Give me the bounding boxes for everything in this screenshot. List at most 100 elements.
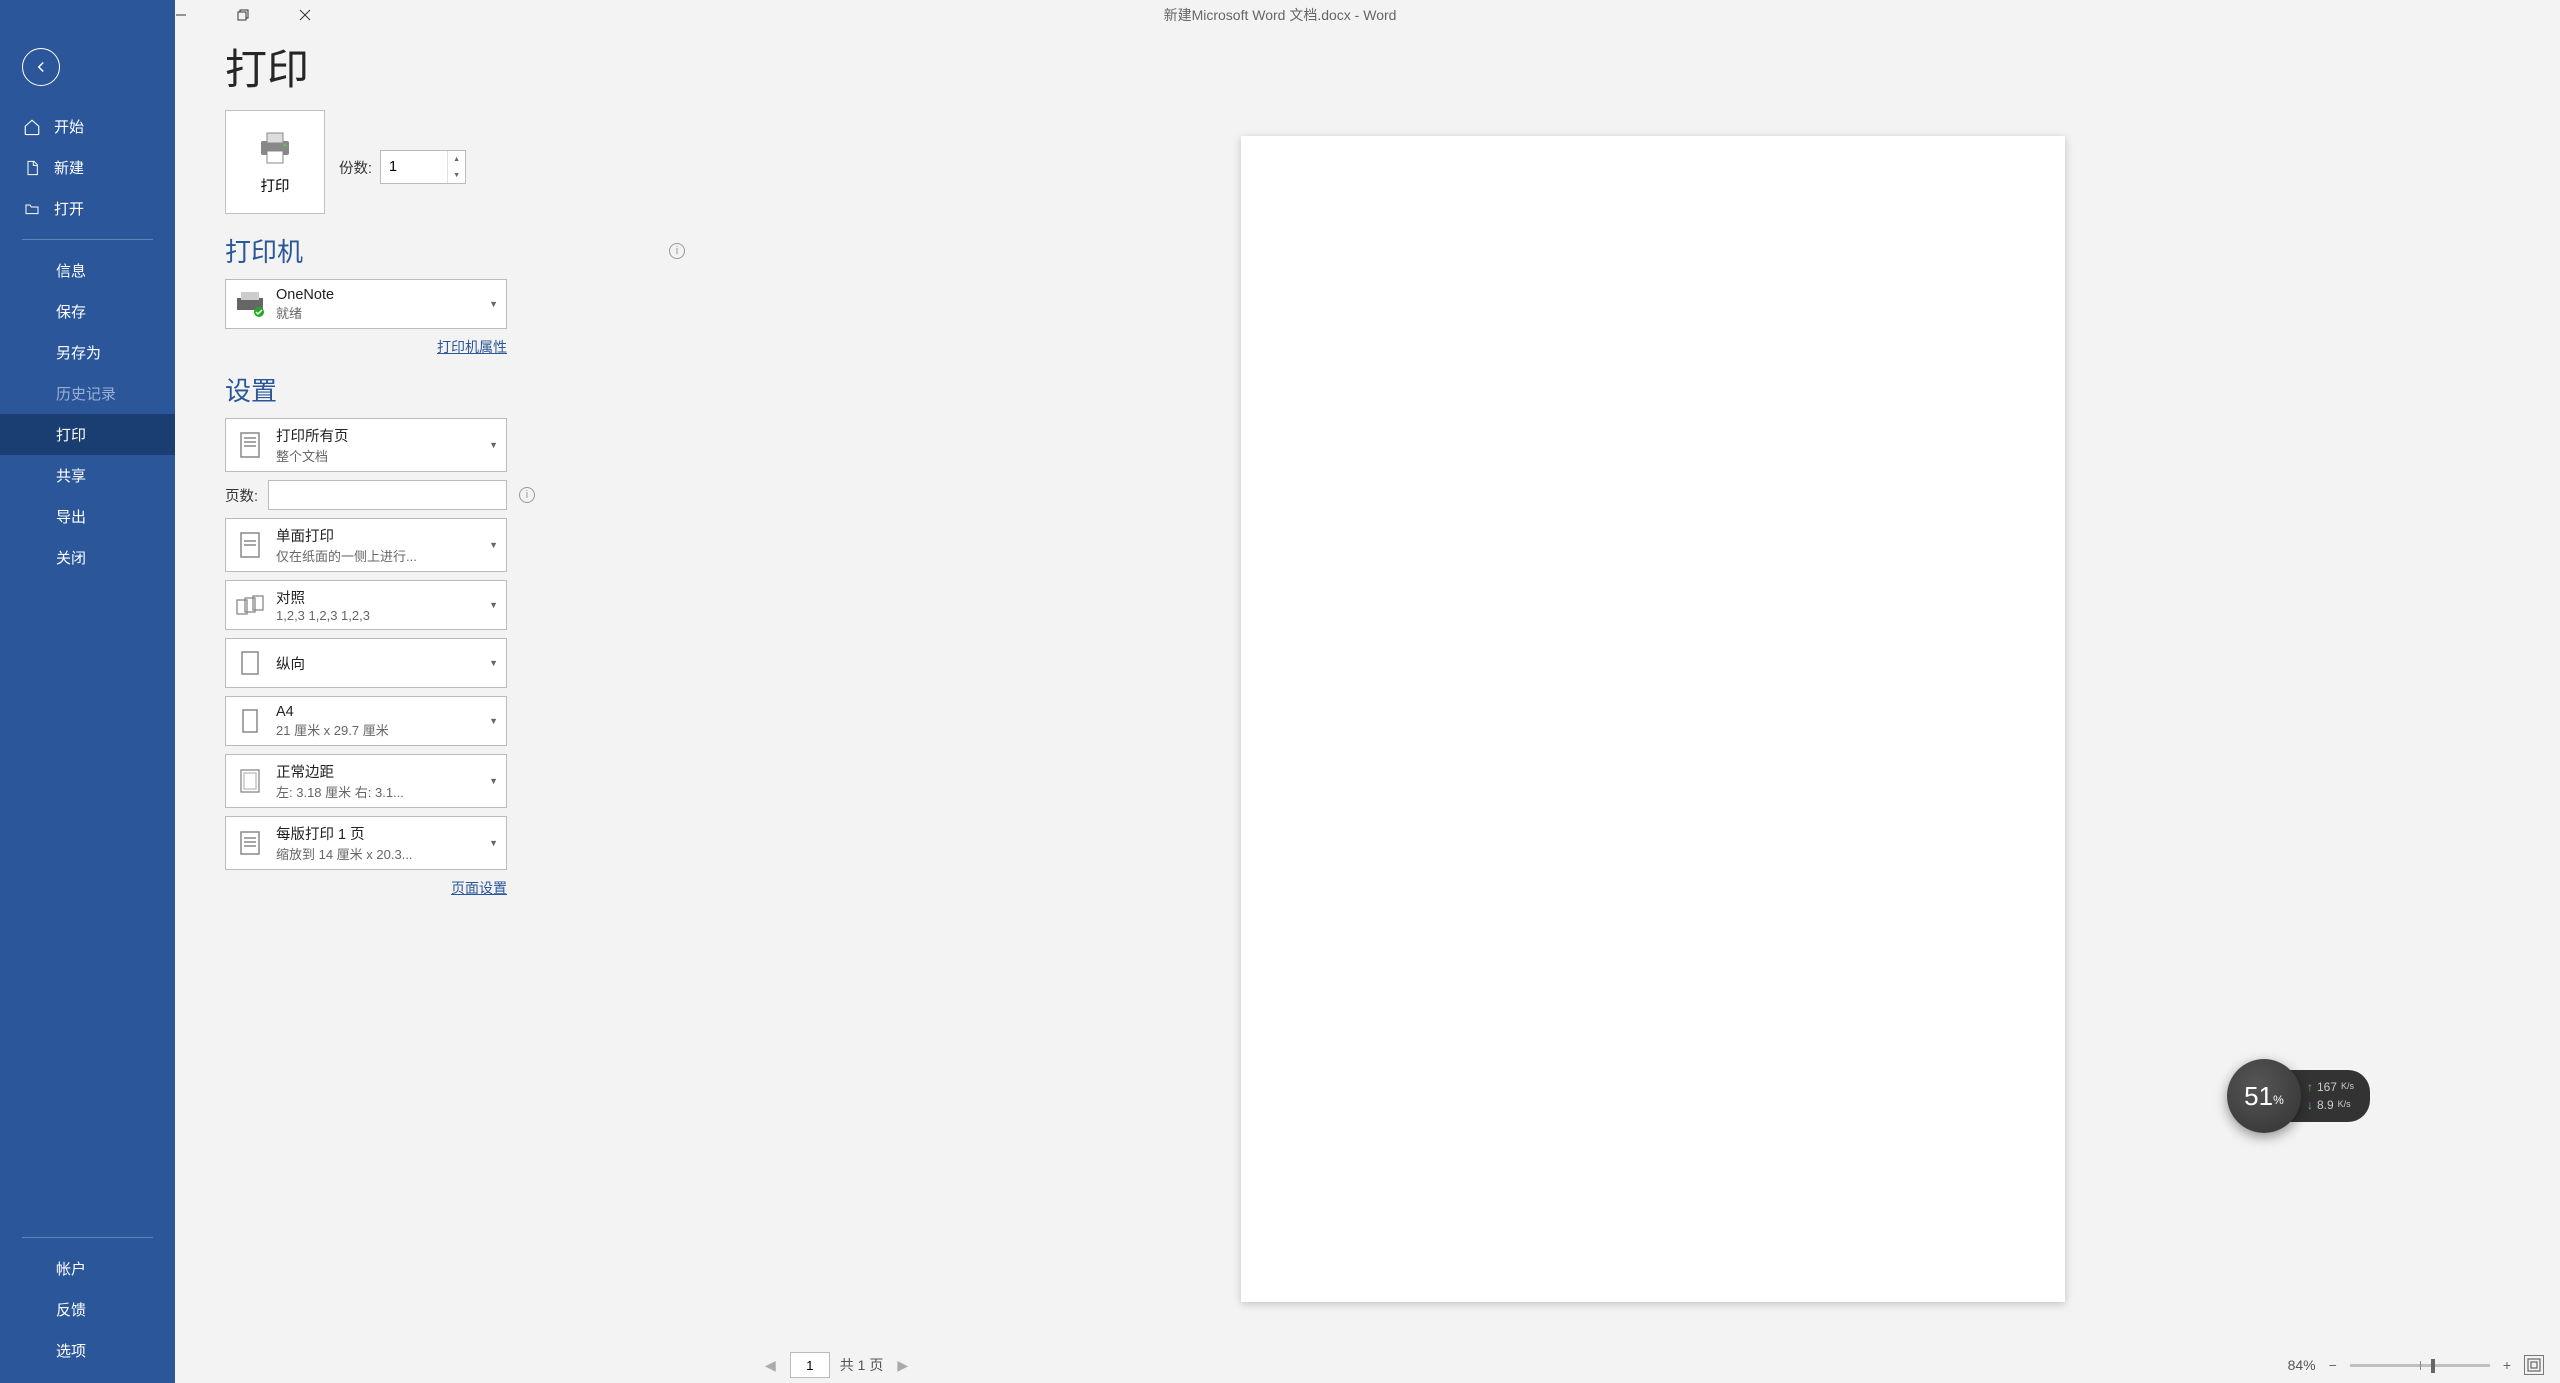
print-button-label: 打印 [261, 175, 290, 196]
dd-title: 纵向 [276, 653, 475, 674]
dd-title: A4 [276, 704, 475, 720]
sidebar-item-new[interactable]: 新建 [0, 147, 175, 188]
system-monitor-overlay[interactable]: 51% ↑ 167K/s ↓ 8.9K/s [2227, 1059, 2370, 1133]
pages-label: 页数: [225, 485, 258, 506]
dd-title: 每版打印 1 页 [276, 823, 475, 844]
chevron-down-icon: ▼ [489, 658, 498, 668]
sidebar-item-home[interactable]: 开始 [0, 106, 175, 147]
sidebar-divider [22, 239, 153, 240]
print-panel: 打印 份数: ▲ ▼ 打印机 i OneNote [225, 110, 685, 912]
sidebar-item-save[interactable]: 保存 [0, 291, 175, 332]
settings-heading: 设置 [225, 371, 277, 408]
overlay-percent: 51% [2227, 1059, 2301, 1133]
sidebar-item-share[interactable]: 共享 [0, 455, 175, 496]
sidebar-item-info[interactable]: 信息 [0, 250, 175, 291]
sidebar-item-label: 反馈 [56, 1299, 86, 1320]
sidebar-item-open[interactable]: 打开 [0, 188, 175, 229]
sidebar-item-label: 帐户 [56, 1258, 86, 1279]
sidebar-item-close[interactable]: 关闭 [0, 537, 175, 578]
home-icon [22, 117, 42, 137]
page-total: 共 1 页 [840, 1355, 884, 1375]
fit-to-window-button[interactable] [2524, 1355, 2544, 1375]
info-icon[interactable]: i [669, 243, 685, 259]
spinner-down[interactable]: ▼ [448, 167, 465, 183]
margins-icon [234, 763, 266, 799]
page-next-button[interactable]: ▶ [893, 1357, 912, 1374]
sidebar-item-label: 共享 [56, 465, 86, 486]
pages-input[interactable] [268, 480, 507, 510]
sidebar-item-label: 信息 [56, 260, 86, 281]
pages-per-sheet-selector[interactable]: 每版打印 1 页缩放到 14 厘米 x 20.3... ▼ [225, 816, 507, 870]
sidebar: 开始 新建 打开 信息 保存 另存为 历史记录 打印 共享 导出 关闭 帐户 反… [0, 0, 175, 1383]
chevron-down-icon: ▼ [489, 299, 498, 309]
back-button[interactable] [22, 48, 60, 86]
spinner-up[interactable]: ▲ [448, 151, 465, 167]
page-title: 打印 [175, 0, 2560, 117]
sidebar-item-options[interactable]: 选项 [0, 1330, 175, 1371]
sides-selector[interactable]: 单面打印仅在纸面的一侧上进行... ▼ [225, 518, 507, 572]
folder-icon [22, 199, 42, 219]
dd-title: 打印所有页 [276, 425, 475, 446]
info-icon[interactable]: i [519, 487, 535, 503]
dd-sub: 仅在纸面的一侧上进行... [276, 546, 475, 565]
dd-sub: 1,2,3 1,2,3 1,2,3 [276, 608, 475, 623]
printer-status: 就绪 [276, 303, 475, 322]
sidebar-item-label: 历史记录 [56, 383, 116, 404]
chevron-down-icon: ▼ [489, 838, 498, 848]
sidebar-item-label: 选项 [56, 1340, 86, 1361]
zoom-slider[interactable] [2350, 1364, 2490, 1367]
printer-icon [255, 129, 295, 167]
dd-title: 对照 [276, 587, 475, 608]
page-setup-link[interactable]: 页面设置 [451, 880, 507, 896]
page-prev-button[interactable]: ◀ [761, 1357, 780, 1374]
printer-heading: 打印机 [225, 232, 303, 269]
sidebar-item-label: 导出 [56, 506, 86, 527]
zoom-value: 84% [2288, 1357, 2316, 1373]
paper-size-selector[interactable]: A421 厘米 x 29.7 厘米 ▼ [225, 696, 507, 746]
chevron-down-icon: ▼ [489, 716, 498, 726]
copies-spinner[interactable]: ▲ ▼ [380, 150, 466, 184]
preview-page [1241, 136, 2065, 1302]
sidebar-item-feedback[interactable]: 反馈 [0, 1289, 175, 1330]
page-icon [234, 427, 266, 463]
print-range-selector[interactable]: 打印所有页整个文档 ▼ [225, 418, 507, 472]
copies-input[interactable] [381, 151, 447, 183]
document-icon [22, 158, 42, 178]
chevron-down-icon: ▼ [489, 440, 498, 450]
sidebar-item-label: 开始 [54, 116, 84, 137]
preview-area [745, 110, 2560, 1347]
orientation-selector[interactable]: 纵向 ▼ [225, 638, 507, 688]
sidebar-item-label: 打印 [56, 424, 86, 445]
sidebar-item-export[interactable]: 导出 [0, 496, 175, 537]
dd-sub: 21 厘米 x 29.7 厘米 [276, 720, 475, 739]
zoom-in-button[interactable]: + [2500, 1357, 2514, 1373]
sidebar-item-account[interactable]: 帐户 [0, 1248, 175, 1289]
sidebar-item-print[interactable]: 打印 [0, 414, 175, 455]
sidebar-item-saveas[interactable]: 另存为 [0, 332, 175, 373]
collate-selector[interactable]: 对照1,2,3 1,2,3 1,2,3 ▼ [225, 580, 507, 630]
copies-label: 份数: [339, 157, 372, 178]
sheet-icon [234, 825, 266, 861]
page-input[interactable] [790, 1352, 830, 1378]
sidebar-divider [22, 1237, 153, 1238]
portrait-icon [234, 645, 266, 681]
sidebar-item-history[interactable]: 历史记录 [0, 373, 175, 414]
printer-selector[interactable]: OneNote 就绪 ▼ [225, 279, 507, 329]
dd-sub: 缩放到 14 厘米 x 20.3... [276, 844, 475, 863]
margins-selector[interactable]: 正常边距左: 3.18 厘米 右: 3.1... ▼ [225, 754, 507, 808]
dd-title: 单面打印 [276, 525, 475, 546]
page-single-icon [234, 527, 266, 563]
paper-icon [234, 703, 266, 739]
printer-device-icon [234, 286, 266, 322]
printer-name: OneNote [276, 287, 475, 303]
zoom-out-button[interactable]: − [2326, 1357, 2340, 1373]
sidebar-item-label: 关闭 [56, 547, 86, 568]
collate-icon [234, 587, 266, 623]
chevron-down-icon: ▼ [489, 776, 498, 786]
sidebar-item-label: 新建 [54, 157, 84, 178]
printer-properties-link[interactable]: 打印机属性 [437, 339, 507, 355]
sidebar-item-label: 另存为 [56, 342, 101, 363]
preview-footer: ◀ 共 1 页 ▶ 84% − + [745, 1347, 2560, 1383]
print-button[interactable]: 打印 [225, 110, 325, 214]
dd-sub: 整个文档 [276, 446, 475, 465]
